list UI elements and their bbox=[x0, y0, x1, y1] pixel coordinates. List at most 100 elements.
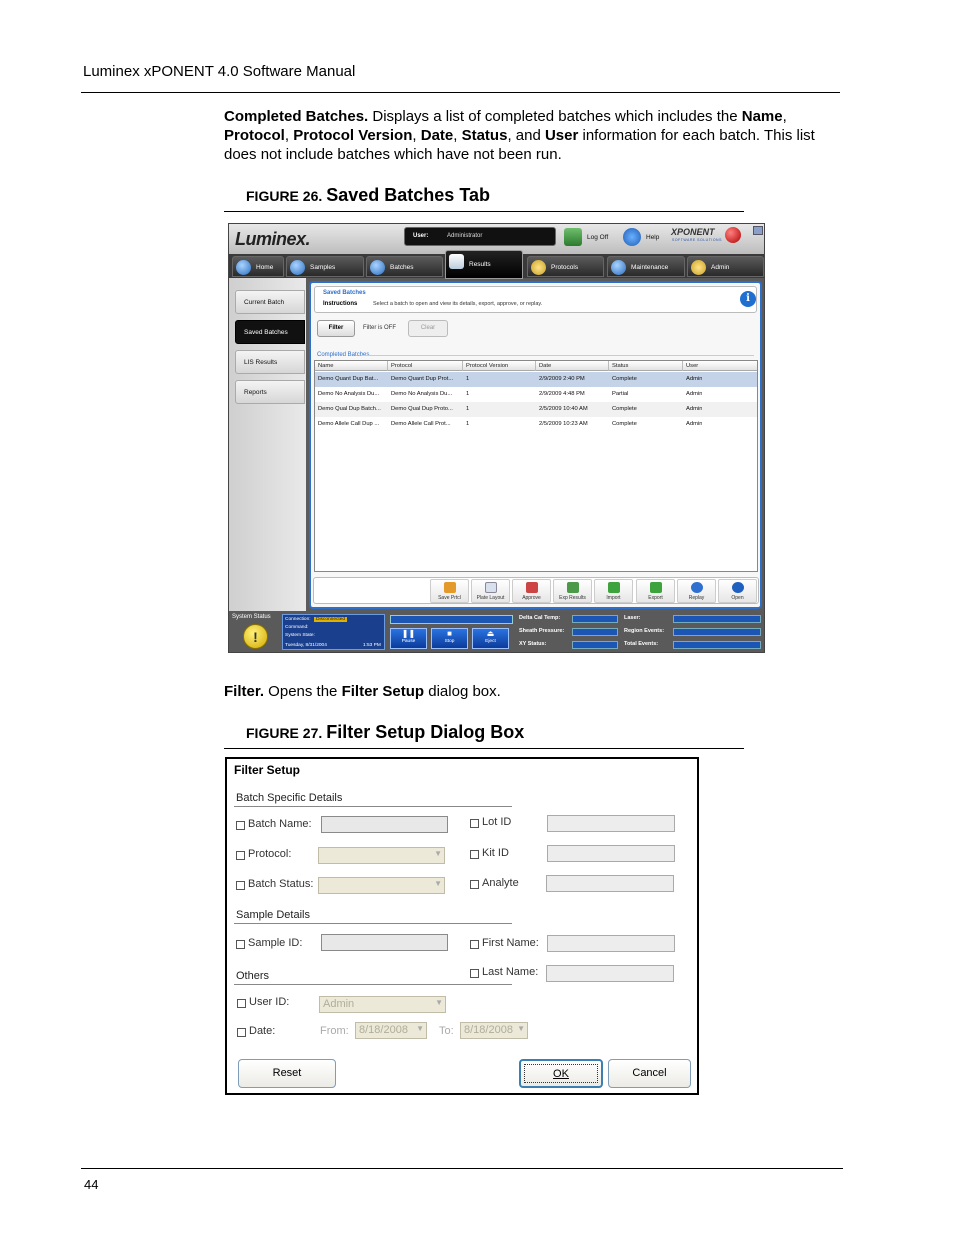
table-row[interactable]: Demo Quant Dup Bat... Demo Quant Dup Prot… bbox=[315, 372, 757, 387]
tab-batches[interactable]: Batches bbox=[366, 256, 443, 277]
tab-maintenance[interactable]: Maintenance bbox=[607, 256, 685, 277]
col-protocol-version[interactable]: Protocol Version bbox=[466, 363, 508, 369]
batch-toolbar: Save Prtcl Plate Layout Approve Exp Resu… bbox=[313, 577, 759, 604]
open-icon bbox=[732, 582, 744, 593]
last-name-checkbox[interactable] bbox=[470, 969, 479, 978]
tab-home[interactable]: Home bbox=[232, 256, 284, 277]
eject-button[interactable]: ⏏ Eject bbox=[472, 628, 509, 649]
sample-id-field[interactable] bbox=[321, 934, 448, 951]
user-id-select[interactable]: Admin ▼ bbox=[319, 996, 446, 1013]
export-button[interactable]: Export bbox=[636, 579, 675, 603]
protocol-checkbox[interactable] bbox=[236, 851, 245, 860]
replay-button[interactable]: Replay bbox=[677, 579, 716, 603]
first-name-checkbox[interactable] bbox=[470, 940, 479, 949]
ok-button[interactable]: OK bbox=[519, 1059, 603, 1088]
logoff-label[interactable]: Log Off bbox=[587, 234, 608, 241]
open-button[interactable]: Open bbox=[718, 579, 757, 603]
logoff-icon[interactable] bbox=[564, 228, 582, 246]
save-prtcl-button[interactable]: Save Prtcl bbox=[430, 579, 469, 603]
tab-samples[interactable]: Samples bbox=[286, 256, 364, 277]
minimize-icon[interactable] bbox=[753, 226, 763, 235]
sidebar-item-saved-batches[interactable]: Saved Batches bbox=[235, 320, 305, 344]
lot-id-field[interactable] bbox=[547, 815, 675, 832]
chevron-down-icon: ▼ bbox=[416, 1024, 424, 1033]
kit-id-checkbox[interactable] bbox=[470, 850, 479, 859]
reset-button[interactable]: Reset bbox=[238, 1059, 336, 1088]
from-label: From: bbox=[320, 1025, 349, 1037]
instructions-label: Instructions bbox=[323, 301, 358, 307]
sample-id-checkbox[interactable] bbox=[236, 940, 245, 949]
luminex-logo: Luminex. bbox=[235, 229, 311, 249]
table-row[interactable]: Demo No Analysis Du... Demo No Analysis D… bbox=[315, 387, 757, 402]
admin-icon bbox=[691, 260, 706, 275]
sample-id-label: Sample ID: bbox=[248, 937, 303, 949]
date-checkbox[interactable] bbox=[237, 1028, 246, 1037]
col-protocol[interactable]: Protocol bbox=[391, 363, 412, 369]
cancel-button[interactable]: Cancel bbox=[608, 1059, 691, 1088]
user-id-checkbox[interactable] bbox=[237, 999, 246, 1008]
import-button[interactable]: Import bbox=[594, 579, 633, 603]
eject-icon: ⏏ bbox=[486, 629, 495, 638]
last-name-label: Last Name: bbox=[482, 966, 539, 978]
exp-results-button[interactable]: Exp Results bbox=[553, 579, 592, 603]
others-heading: Others bbox=[236, 970, 270, 982]
laser-label: Laser: bbox=[624, 615, 641, 621]
analyte-field[interactable] bbox=[546, 875, 674, 892]
tab-admin[interactable]: Admin bbox=[687, 256, 764, 277]
batch-status-label: Batch Status: bbox=[248, 878, 314, 890]
batch-status-select[interactable]: ▼ bbox=[318, 877, 445, 894]
protocol-select[interactable]: ▼ bbox=[318, 847, 445, 864]
section-divider bbox=[361, 355, 754, 356]
filter-setup-dialog: Filter Setup Batch Specific Details Batc… bbox=[225, 757, 699, 1095]
approve-button[interactable]: Approve bbox=[512, 579, 551, 603]
help-icon[interactable] bbox=[623, 228, 641, 246]
col-date[interactable]: Date bbox=[539, 363, 551, 369]
total-events-label: Total Events: bbox=[624, 641, 659, 647]
col-name[interactable]: Name bbox=[318, 363, 333, 369]
pause-button[interactable]: ❚❚ Pause bbox=[390, 628, 427, 649]
sidebar-item-current-batch[interactable]: Current Batch bbox=[235, 290, 305, 314]
header-rule bbox=[81, 92, 840, 93]
completed-batches-paragraph: Completed Batches. Displays a list of co… bbox=[224, 108, 815, 163]
region-events-value bbox=[673, 628, 761, 636]
connection-panel: Connection: Disconnected Command: System… bbox=[282, 614, 385, 650]
chevron-down-icon: ▼ bbox=[434, 879, 442, 888]
sidebar-item-reports[interactable]: Reports bbox=[235, 380, 305, 404]
lot-id-checkbox[interactable] bbox=[470, 819, 479, 828]
warning-icon[interactable]: ! bbox=[243, 624, 268, 649]
filter-status: Filter is OFF bbox=[363, 325, 396, 331]
table-row[interactable]: Demo Allele Call Dup ... Demo Allele Call… bbox=[315, 417, 757, 432]
sidebar-item-lis-results[interactable]: LIS Results bbox=[235, 350, 305, 374]
section-divider bbox=[234, 984, 512, 985]
xy-status-value bbox=[572, 641, 618, 649]
filter-paragraph: Filter. Opens the Filter Setup dialog bo… bbox=[224, 683, 501, 700]
plate-layout-icon bbox=[485, 582, 497, 593]
xy-status-label: XY Status: bbox=[519, 641, 547, 647]
info-icon[interactable]: i bbox=[740, 291, 756, 307]
clear-button[interactable]: Clear bbox=[408, 320, 448, 337]
manual-title: Luminex xPONENT 4.0 Software Manual bbox=[83, 63, 356, 80]
batch-status-checkbox[interactable] bbox=[236, 881, 245, 890]
tab-protocols[interactable]: Protocols bbox=[527, 256, 604, 277]
table-row[interactable]: Demo Qual Dup Batch... Demo Qual Dup Prot… bbox=[315, 402, 757, 417]
laser-value bbox=[673, 615, 761, 623]
filter-button[interactable]: Filter bbox=[317, 320, 355, 337]
col-user[interactable]: User bbox=[686, 363, 698, 369]
analyte-checkbox[interactable] bbox=[470, 880, 479, 889]
first-name-field[interactable] bbox=[547, 935, 675, 952]
col-status[interactable]: Status bbox=[612, 363, 628, 369]
batch-name-checkbox[interactable] bbox=[236, 821, 245, 830]
kit-id-field[interactable] bbox=[547, 845, 675, 862]
tab-results[interactable]: Results bbox=[445, 250, 523, 279]
last-name-field[interactable] bbox=[546, 965, 674, 982]
sheath-pressure-label: Sheath Pressure: bbox=[519, 628, 565, 634]
from-date-picker[interactable]: 8/18/2008 ▼ bbox=[355, 1022, 427, 1039]
date-label: Date: bbox=[249, 1025, 276, 1037]
help-label[interactable]: Help bbox=[646, 234, 659, 241]
stop-button[interactable]: ■ Stop bbox=[431, 628, 468, 649]
status-light-icon bbox=[725, 227, 741, 243]
to-date-picker[interactable]: 8/18/2008 ▼ bbox=[460, 1022, 528, 1039]
batch-name-field[interactable] bbox=[321, 816, 448, 833]
chevron-down-icon: ▼ bbox=[434, 849, 442, 858]
plate-layout-button[interactable]: Plate Layout bbox=[471, 579, 510, 603]
